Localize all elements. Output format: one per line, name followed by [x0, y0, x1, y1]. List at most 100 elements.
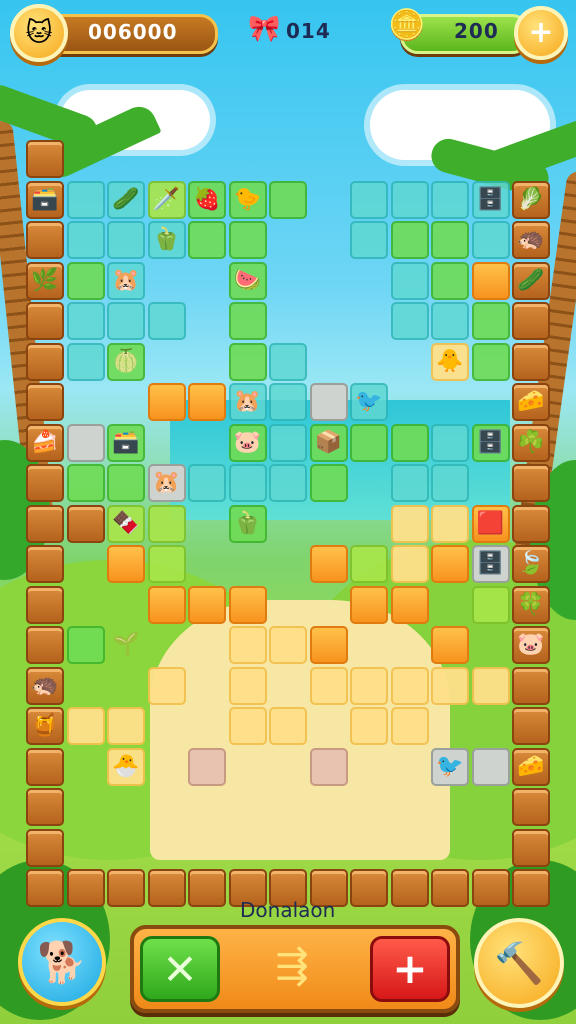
board-tile[interactable]	[228, 626, 267, 664]
board-tile[interactable]	[66, 626, 105, 664]
board-tile[interactable]	[228, 342, 267, 381]
leaf-icon[interactable]: 🍀	[512, 586, 550, 624]
crate-icon[interactable]: 🗄️	[472, 424, 510, 462]
board-tile[interactable]	[471, 342, 510, 381]
board-tile[interactable]	[390, 464, 429, 502]
box-icon[interactable]: 🗃️	[26, 181, 64, 219]
cucumber-icon[interactable]: 🥒	[512, 262, 550, 300]
board-tile[interactable]	[390, 180, 429, 219]
board-tile[interactable]	[269, 423, 307, 462]
board-tile[interactable]	[269, 342, 307, 381]
board-tile[interactable]	[309, 626, 348, 664]
board-tile[interactable]	[471, 666, 510, 705]
character-button[interactable]: 🐕	[18, 918, 106, 1006]
board-tile[interactable]	[350, 666, 388, 705]
board-tile[interactable]	[269, 707, 307, 745]
board-tile[interactable]	[431, 545, 469, 583]
board-tile[interactable]	[66, 261, 105, 300]
board-tile[interactable]	[228, 221, 267, 259]
crate-icon[interactable]: 🗃️	[107, 424, 145, 462]
hedgehog-icon[interactable]: 🦔	[26, 667, 64, 705]
board-tile[interactable]	[390, 707, 429, 745]
pepper-icon[interactable]: 🫑	[229, 505, 267, 543]
fern-icon[interactable]: 🌿	[26, 262, 64, 300]
board-tile[interactable]	[350, 221, 388, 259]
board-tile[interactable]	[147, 302, 186, 340]
board-tile[interactable]	[350, 545, 388, 583]
board-tile[interactable]	[269, 180, 307, 219]
board-tile[interactable]	[350, 423, 388, 462]
cheese-icon[interactable]: 🧀	[512, 748, 550, 786]
hamster-icon[interactable]: 🐹	[229, 383, 267, 421]
board-tile[interactable]	[471, 585, 510, 624]
board-tile[interactable]	[390, 545, 429, 583]
board-tile[interactable]	[66, 342, 105, 381]
board-tile[interactable]	[471, 302, 510, 340]
board-tile[interactable]	[107, 221, 145, 259]
board-tile[interactable]	[471, 747, 510, 786]
bird-icon[interactable]: 🐦	[350, 383, 388, 421]
hamster-icon[interactable]: 🐹	[148, 464, 186, 502]
leaf-icon[interactable]: 🍃	[512, 545, 550, 583]
board-tile[interactable]	[390, 423, 429, 462]
tool-button[interactable]: 🔨	[474, 918, 564, 1008]
board-tile[interactable]	[390, 302, 429, 340]
board-tile[interactable]	[147, 545, 186, 583]
clover-icon[interactable]: ☘️	[512, 424, 550, 462]
board-tile[interactable]	[228, 666, 267, 705]
board-tile[interactable]	[147, 504, 186, 543]
pepper-icon[interactable]: 🫑	[148, 221, 186, 259]
board-tile[interactable]	[188, 464, 226, 502]
board-tile[interactable]	[188, 383, 226, 421]
board-tile[interactable]	[431, 626, 469, 664]
jar-icon[interactable]: 🍯	[26, 707, 64, 745]
board-tile[interactable]	[431, 666, 469, 705]
board-tile[interactable]	[390, 261, 429, 300]
board-tile[interactable]	[471, 261, 510, 300]
board-tile[interactable]	[431, 180, 469, 219]
board-tile[interactable]	[350, 585, 388, 624]
board-tile[interactable]	[431, 221, 469, 259]
bird-icon[interactable]: 🐤	[229, 181, 267, 219]
move-button[interactable]: ⇶	[252, 936, 332, 996]
board-tile[interactable]	[228, 707, 267, 745]
board-tile[interactable]	[66, 302, 105, 340]
cheese-icon[interactable]: 🧀	[512, 383, 550, 421]
board-tile[interactable]	[309, 383, 348, 421]
board-tile[interactable]	[471, 221, 510, 259]
board-tile[interactable]	[390, 504, 429, 543]
pig-icon[interactable]: 🐷	[512, 626, 550, 664]
gift-icon[interactable]: 📦	[310, 424, 348, 462]
tomato-icon[interactable]: 🍓	[188, 181, 226, 219]
board-tile[interactable]	[390, 585, 429, 624]
board-tile[interactable]	[269, 383, 307, 421]
red-slime-icon[interactable]: 🟥	[472, 505, 510, 543]
board-tile[interactable]	[188, 585, 226, 624]
crate-icon[interactable]: 🗄️	[472, 545, 510, 583]
board-tile[interactable]	[431, 423, 469, 462]
chocolate-icon[interactable]: 🍫	[107, 505, 145, 543]
watermelon-icon[interactable]: 🍉	[229, 262, 267, 300]
add-coins-button[interactable]: +	[514, 6, 568, 60]
hedgehog-icon[interactable]: 🦔	[512, 221, 550, 259]
board-tile[interactable]	[147, 585, 186, 624]
leaf-icon[interactable]: 🥬	[512, 181, 550, 219]
board-tile[interactable]	[147, 666, 186, 705]
bird-icon[interactable]: 🐦	[431, 748, 469, 786]
board-tile[interactable]	[228, 585, 267, 624]
board-tile[interactable]	[66, 423, 105, 462]
crate-icon[interactable]: 🗄️	[472, 181, 510, 219]
board-tile[interactable]	[309, 666, 348, 705]
board-tile[interactable]	[147, 383, 186, 421]
board-tile[interactable]	[66, 180, 105, 219]
board-tile[interactable]	[107, 707, 145, 745]
melon-icon[interactable]: 🍈	[107, 343, 145, 381]
duck-icon[interactable]: 🐥	[431, 343, 469, 381]
board-tile[interactable]	[309, 464, 348, 502]
board-tile[interactable]	[228, 464, 267, 502]
cake-icon[interactable]: 🍰	[26, 424, 64, 462]
board-tile[interactable]	[431, 261, 469, 300]
board-tile[interactable]	[66, 221, 105, 259]
board-tile[interactable]	[350, 180, 388, 219]
cancel-button[interactable]: ✕	[140, 936, 220, 1002]
